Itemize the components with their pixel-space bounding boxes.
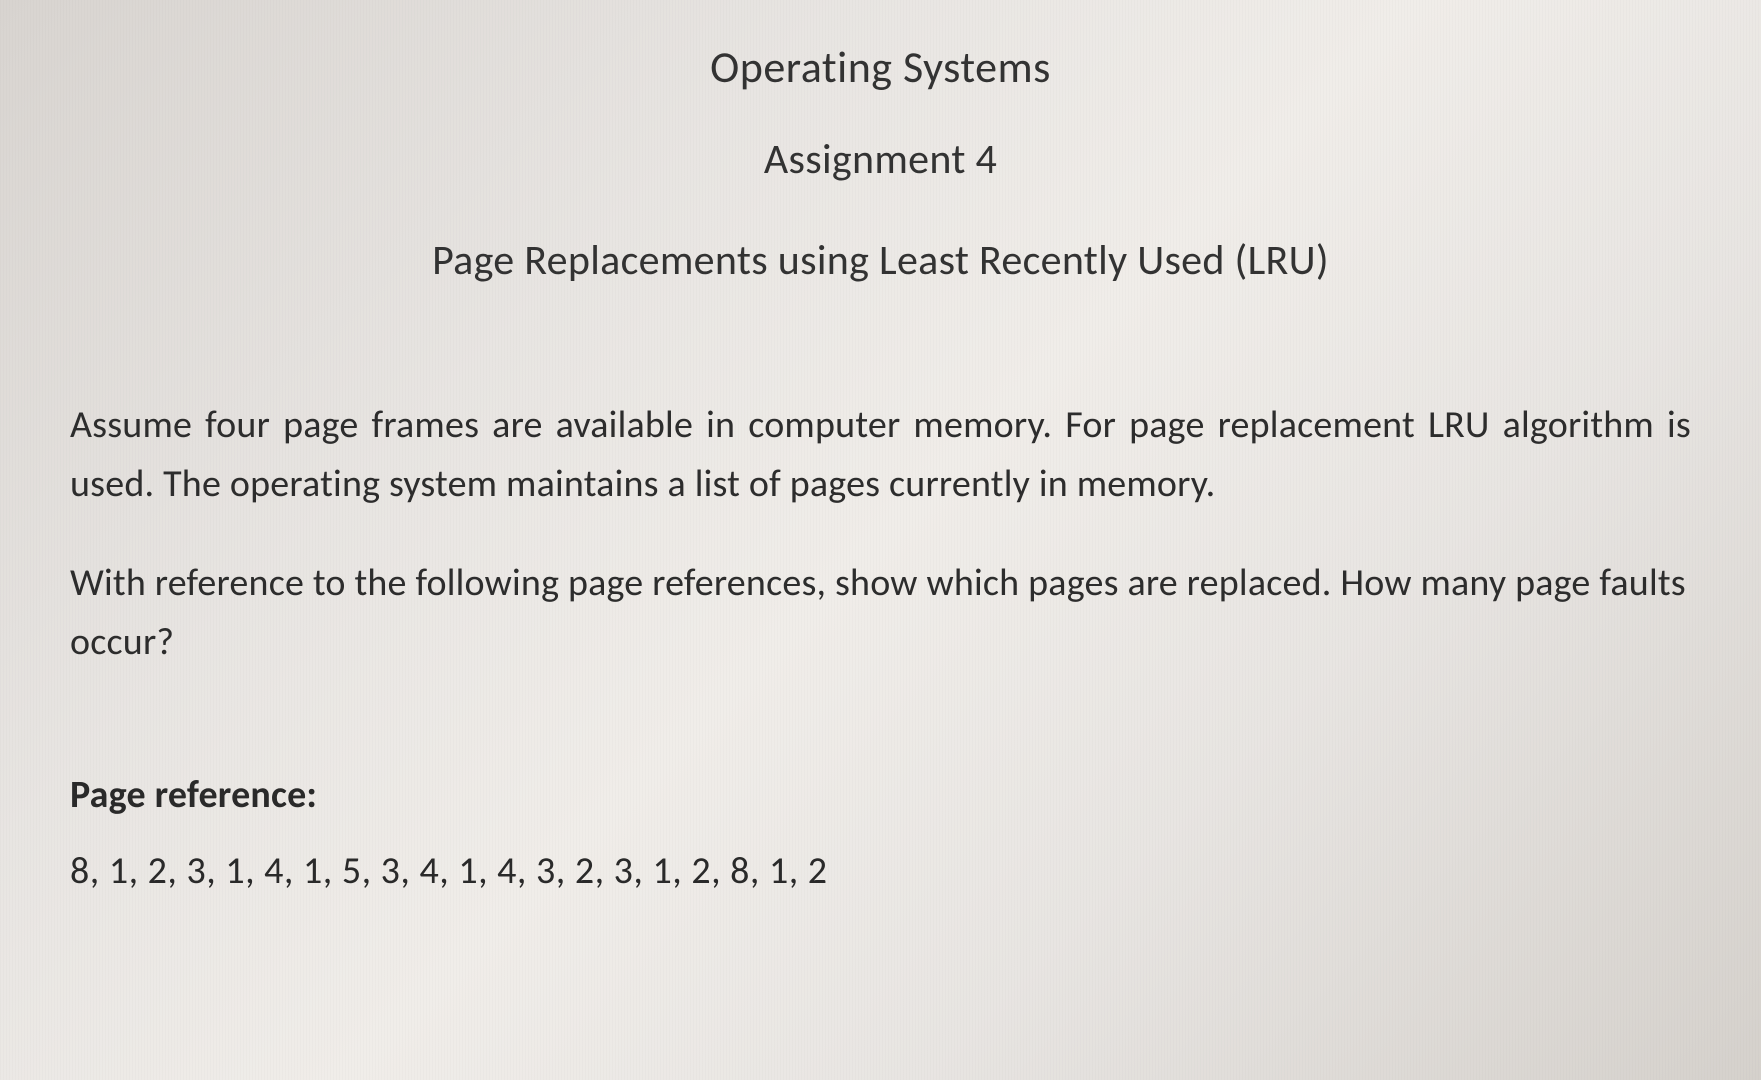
course-title: Operating Systems [70, 40, 1691, 94]
paragraph-1: Assume four page frames are available in… [70, 396, 1691, 514]
page-reference-values: 8, 1, 2, 3, 1, 4, 1, 5, 3, 4, 1, 4, 3, 2… [70, 848, 1691, 894]
spacer [70, 712, 1691, 772]
document-header: Operating Systems Assignment 4 Page Repl… [70, 40, 1691, 286]
page-reference-label: Page reference: [70, 772, 1691, 818]
topic-title: Page Replacements using Least Recently U… [70, 235, 1691, 286]
paragraph-2: With reference to the following page ref… [70, 554, 1691, 672]
assignment-title: Assignment 4 [70, 134, 1691, 185]
